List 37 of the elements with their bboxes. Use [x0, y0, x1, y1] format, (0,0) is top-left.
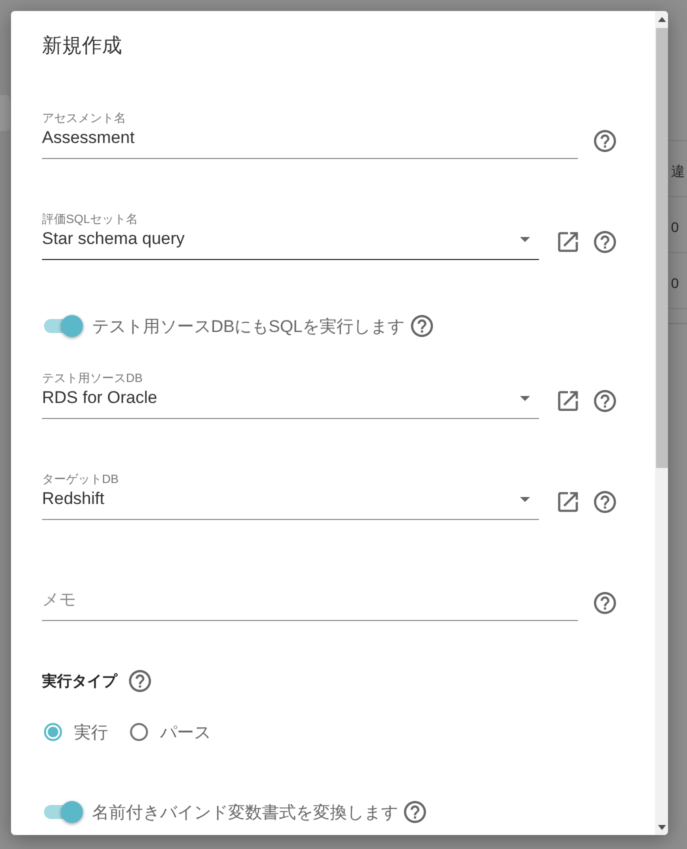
dialog-title: 新規作成: [42, 34, 123, 59]
select-field[interactable]: RDS for Oracle: [42, 386, 539, 419]
section-label: 実行タイプ: [42, 672, 117, 690]
radio-label: パース: [160, 722, 211, 744]
open-external-icon[interactable]: [557, 491, 579, 513]
scroll-down-icon[interactable]: [658, 825, 666, 830]
help-icon[interactable]: [410, 315, 433, 337]
toggle-label: 名前付きバインド変数書式を変換します: [92, 802, 398, 824]
radio-button[interactable]: [44, 723, 62, 741]
help-icon[interactable]: [404, 801, 426, 823]
toggle-switch[interactable]: [43, 800, 83, 824]
field-label: テスト用ソースDB: [42, 370, 144, 386]
input-field[interactable]: Assessment: [42, 126, 578, 159]
memo-field[interactable]: メモ: [42, 588, 578, 621]
scrollbar[interactable]: [655, 11, 668, 835]
field-label: ターゲットDB: [42, 471, 120, 487]
help-icon[interactable]: [129, 670, 151, 692]
field-label: アセスメント名: [42, 110, 127, 126]
help-icon[interactable]: [594, 491, 616, 513]
scrollbar-thumb[interactable]: [656, 28, 668, 468]
help-icon[interactable]: [594, 592, 616, 614]
radio-button[interactable]: [130, 723, 148, 741]
caret-icon: [520, 396, 530, 400]
help-icon[interactable]: [594, 390, 616, 412]
select-field[interactable]: Star schema query: [42, 227, 539, 260]
radio-label: 実行: [74, 722, 108, 744]
scroll-up-icon[interactable]: [658, 17, 666, 22]
open-external-icon[interactable]: [557, 231, 579, 253]
help-icon[interactable]: [594, 130, 616, 152]
caret-icon: [520, 236, 530, 242]
field-label: 評価SQLセット名: [42, 211, 140, 227]
select-field[interactable]: Redshift: [42, 487, 539, 520]
caret-icon: [520, 496, 530, 502]
toggle-label: テスト用ソースDBにもSQLを実行します: [92, 316, 405, 338]
toggle-switch[interactable]: [43, 314, 83, 338]
help-icon[interactable]: [594, 231, 616, 253]
open-external-icon[interactable]: [557, 390, 579, 412]
